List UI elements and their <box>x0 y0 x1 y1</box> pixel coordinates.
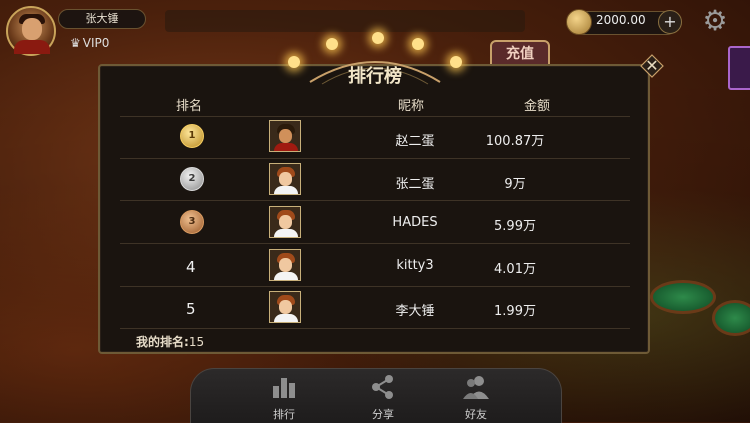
nickname: 赵二蛋 <box>395 134 435 149</box>
title-light <box>412 38 424 50</box>
user-avatar[interactable] <box>269 249 301 281</box>
user-avatar[interactable] <box>269 206 301 238</box>
top-marquee <box>165 10 525 32</box>
amount: 9万 <box>504 177 526 192</box>
user-avatar[interactable] <box>269 291 301 323</box>
nav-share-label: 分享 <box>372 408 394 421</box>
nav-rank[interactable]: 排行 <box>259 374 309 422</box>
casino-table <box>712 300 750 336</box>
header-nickname: 昵称 <box>398 99 425 114</box>
amount: 1.99万 <box>494 304 536 319</box>
rank-number: 5 <box>186 300 196 318</box>
nav-share[interactable]: 分享 <box>358 374 408 422</box>
nickname: 李大锤 <box>395 304 435 319</box>
header-amount: 金额 <box>524 99 551 114</box>
nav-friends[interactable]: 好友 <box>451 374 501 422</box>
share-icon <box>372 375 393 399</box>
add-coins-button[interactable]: + <box>658 10 682 34</box>
my-rank: 我的排名:15 <box>136 333 204 350</box>
amount: 100.87万 <box>485 134 545 149</box>
neon-sign <box>728 46 750 90</box>
nav-friends-label: 好友 <box>465 408 487 421</box>
nickname: HADES <box>392 215 438 230</box>
amount: 5.99万 <box>494 219 536 234</box>
title-light <box>450 56 462 68</box>
row-divider <box>120 328 630 329</box>
title-light <box>288 56 300 68</box>
bar-chart-icon <box>273 378 295 398</box>
nickname: 张二蛋 <box>395 177 435 192</box>
coin-icon <box>566 9 592 35</box>
crown-icon: ♛ <box>70 36 81 50</box>
plus-icon: + <box>663 12 677 31</box>
close-icon: ✕ <box>645 56 659 75</box>
vip-label: VIP0 <box>82 36 110 50</box>
player-name: 张大锤 <box>58 9 146 29</box>
nav-rank-label: 排行 <box>273 408 295 421</box>
casino-table <box>650 280 716 314</box>
vip-level: ♛ VIP0 <box>70 36 109 50</box>
title-light <box>372 32 384 44</box>
bronze-medal-icon: 3 <box>180 210 204 234</box>
user-avatar[interactable] <box>269 120 301 152</box>
rank-number: 4 <box>186 258 196 276</box>
silver-medal-icon: 2 <box>180 167 204 191</box>
player-avatar[interactable] <box>6 6 56 56</box>
gold-medal-icon: 1 <box>180 124 204 148</box>
nickname: kitty3 <box>396 258 434 273</box>
header-rank: 排名 <box>176 99 203 114</box>
coin-amount: 2000.00 <box>596 13 646 27</box>
friends-icon <box>463 376 489 399</box>
settings-gear-icon[interactable]: ⚙ <box>700 6 730 36</box>
title-light <box>326 38 338 50</box>
panel-title: 排行榜 <box>348 66 402 87</box>
my-rank-label: 我的排名: <box>136 335 189 349</box>
amount: 4.01万 <box>494 262 536 277</box>
close-button[interactable]: ✕ <box>640 54 664 78</box>
user-avatar[interactable] <box>269 163 301 195</box>
my-rank-value: 15 <box>188 335 205 349</box>
